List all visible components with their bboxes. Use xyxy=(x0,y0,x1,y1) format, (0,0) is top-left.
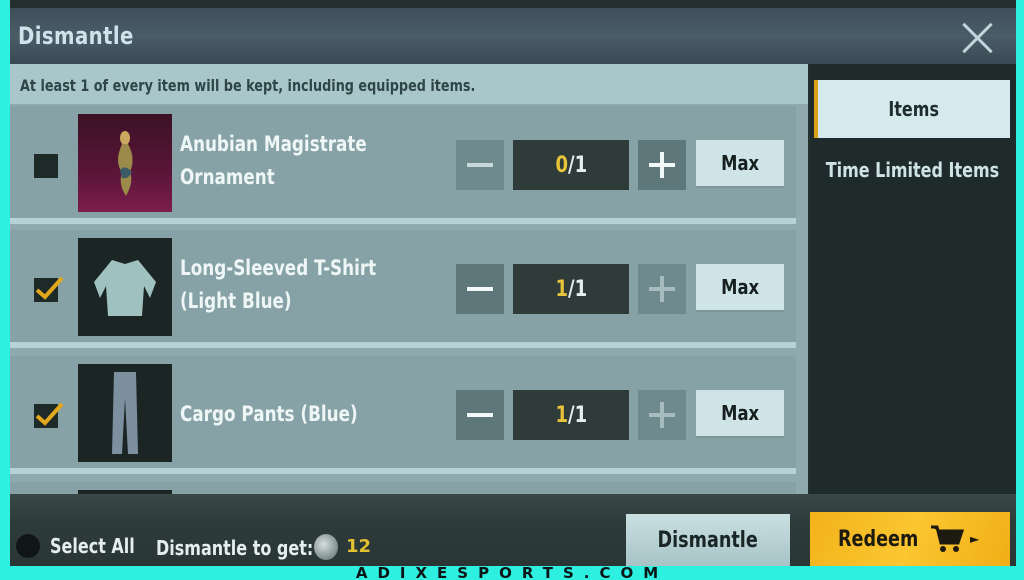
total-count: 1 xyxy=(574,402,587,428)
item-checkbox[interactable] xyxy=(34,276,64,302)
quantity-display: 0/1 xyxy=(513,140,629,190)
tab-time-limited-items[interactable]: Time Limited Items xyxy=(814,146,1010,194)
radio-icon xyxy=(16,534,40,558)
reward-count: 12 xyxy=(346,536,372,557)
increment-button[interactable] xyxy=(638,140,686,190)
pants-icon xyxy=(78,364,172,462)
max-button[interactable]: Max xyxy=(696,140,784,186)
dismantle-button[interactable]: Dismantle xyxy=(626,514,790,566)
tab-time-limited-label: Time Limited Items xyxy=(825,158,999,182)
dismantle-to-get-label: Dismantle to get: xyxy=(156,536,314,560)
ornament-icon xyxy=(78,114,172,212)
item-list[interactable]: At least 1 of every item will be kept, i… xyxy=(10,64,808,494)
quantity-display: 1/1 xyxy=(513,390,629,440)
watermark: ADIXESPORTS.COM xyxy=(355,564,669,580)
select-all-toggle[interactable]: Select All xyxy=(16,534,156,558)
item-name: Anubian Magistrate Ornament xyxy=(180,128,367,194)
item-name-line1: Cargo Pants (Blue) xyxy=(180,402,358,426)
item-checkbox[interactable] xyxy=(34,402,64,428)
footer-bar: Select All Dismantle to get: 12 Dismantl… xyxy=(10,494,1016,566)
tshirt-icon xyxy=(78,238,172,336)
max-button[interactable]: Max xyxy=(696,390,784,436)
item-name-line2: Ornament xyxy=(180,165,275,189)
cart-icon xyxy=(931,525,964,552)
item-name-line2: (Light Blue) xyxy=(180,289,292,313)
selected-count: 1 xyxy=(555,402,568,428)
increment-button[interactable] xyxy=(638,390,686,440)
category-tabs: Items Time Limited Items xyxy=(810,64,1016,494)
coin-icon xyxy=(314,534,338,560)
redeem-button[interactable]: Redeem ► xyxy=(810,512,1010,566)
decrement-button[interactable] xyxy=(456,390,504,440)
list-item: Long-Sleeved T-Shirt (Light Blue) 1/1 Ma… xyxy=(10,230,796,348)
max-button[interactable]: Max xyxy=(696,264,784,310)
tab-items-label: Items xyxy=(888,97,940,121)
title-bar: Dismantle xyxy=(10,8,1016,64)
checkmark-icon xyxy=(35,276,64,300)
minus-icon xyxy=(467,287,493,291)
notice-bar: At least 1 of every item will be kept, i… xyxy=(10,64,808,104)
item-name: Long-Sleeved T-Shirt (Light Blue) xyxy=(180,252,376,318)
checkmark-icon xyxy=(35,402,64,426)
select-all-label: Select All xyxy=(50,534,135,558)
notice-text: At least 1 of every item will be kept, i… xyxy=(20,76,476,95)
total-count: 1 xyxy=(574,152,587,178)
max-label: Max xyxy=(721,401,759,425)
selected-count: 0 xyxy=(555,152,568,178)
item-name-line1: Anubian Magistrate xyxy=(180,132,367,156)
minus-icon xyxy=(467,163,493,167)
decrement-button[interactable] xyxy=(456,140,504,190)
item-name: Cargo Pants (Blue) xyxy=(180,398,358,431)
dismantle-dialog: Dismantle At least 1 of every item will … xyxy=(10,0,1016,566)
list-item-partial xyxy=(10,482,796,494)
plus-icon-vertical xyxy=(660,402,664,428)
selected-count: 1 xyxy=(555,276,568,302)
list-item: Anubian Magistrate Ornament 0/1 Max xyxy=(10,106,796,224)
item-name-line1: Long-Sleeved T-Shirt xyxy=(180,256,377,280)
decrement-button[interactable] xyxy=(456,264,504,314)
plus-icon-vertical xyxy=(660,276,664,302)
tab-items[interactable]: Items xyxy=(814,80,1010,138)
quantity-display: 1/1 xyxy=(513,264,629,314)
minus-icon xyxy=(467,413,493,417)
redeem-button-label: Redeem xyxy=(838,526,919,552)
item-checkbox[interactable] xyxy=(34,154,58,178)
increment-button[interactable] xyxy=(638,264,686,314)
dialog-title: Dismantle xyxy=(18,22,134,50)
total-count: 1 xyxy=(574,276,587,302)
list-item: Cargo Pants (Blue) 1/1 Max xyxy=(10,356,796,474)
close-button[interactable] xyxy=(960,20,994,54)
max-label: Max xyxy=(721,275,759,299)
arrow-right-icon: ► xyxy=(970,532,980,546)
max-label: Max xyxy=(721,151,759,175)
dismantle-button-label: Dismantle xyxy=(657,527,759,553)
plus-icon-vertical xyxy=(660,152,664,178)
